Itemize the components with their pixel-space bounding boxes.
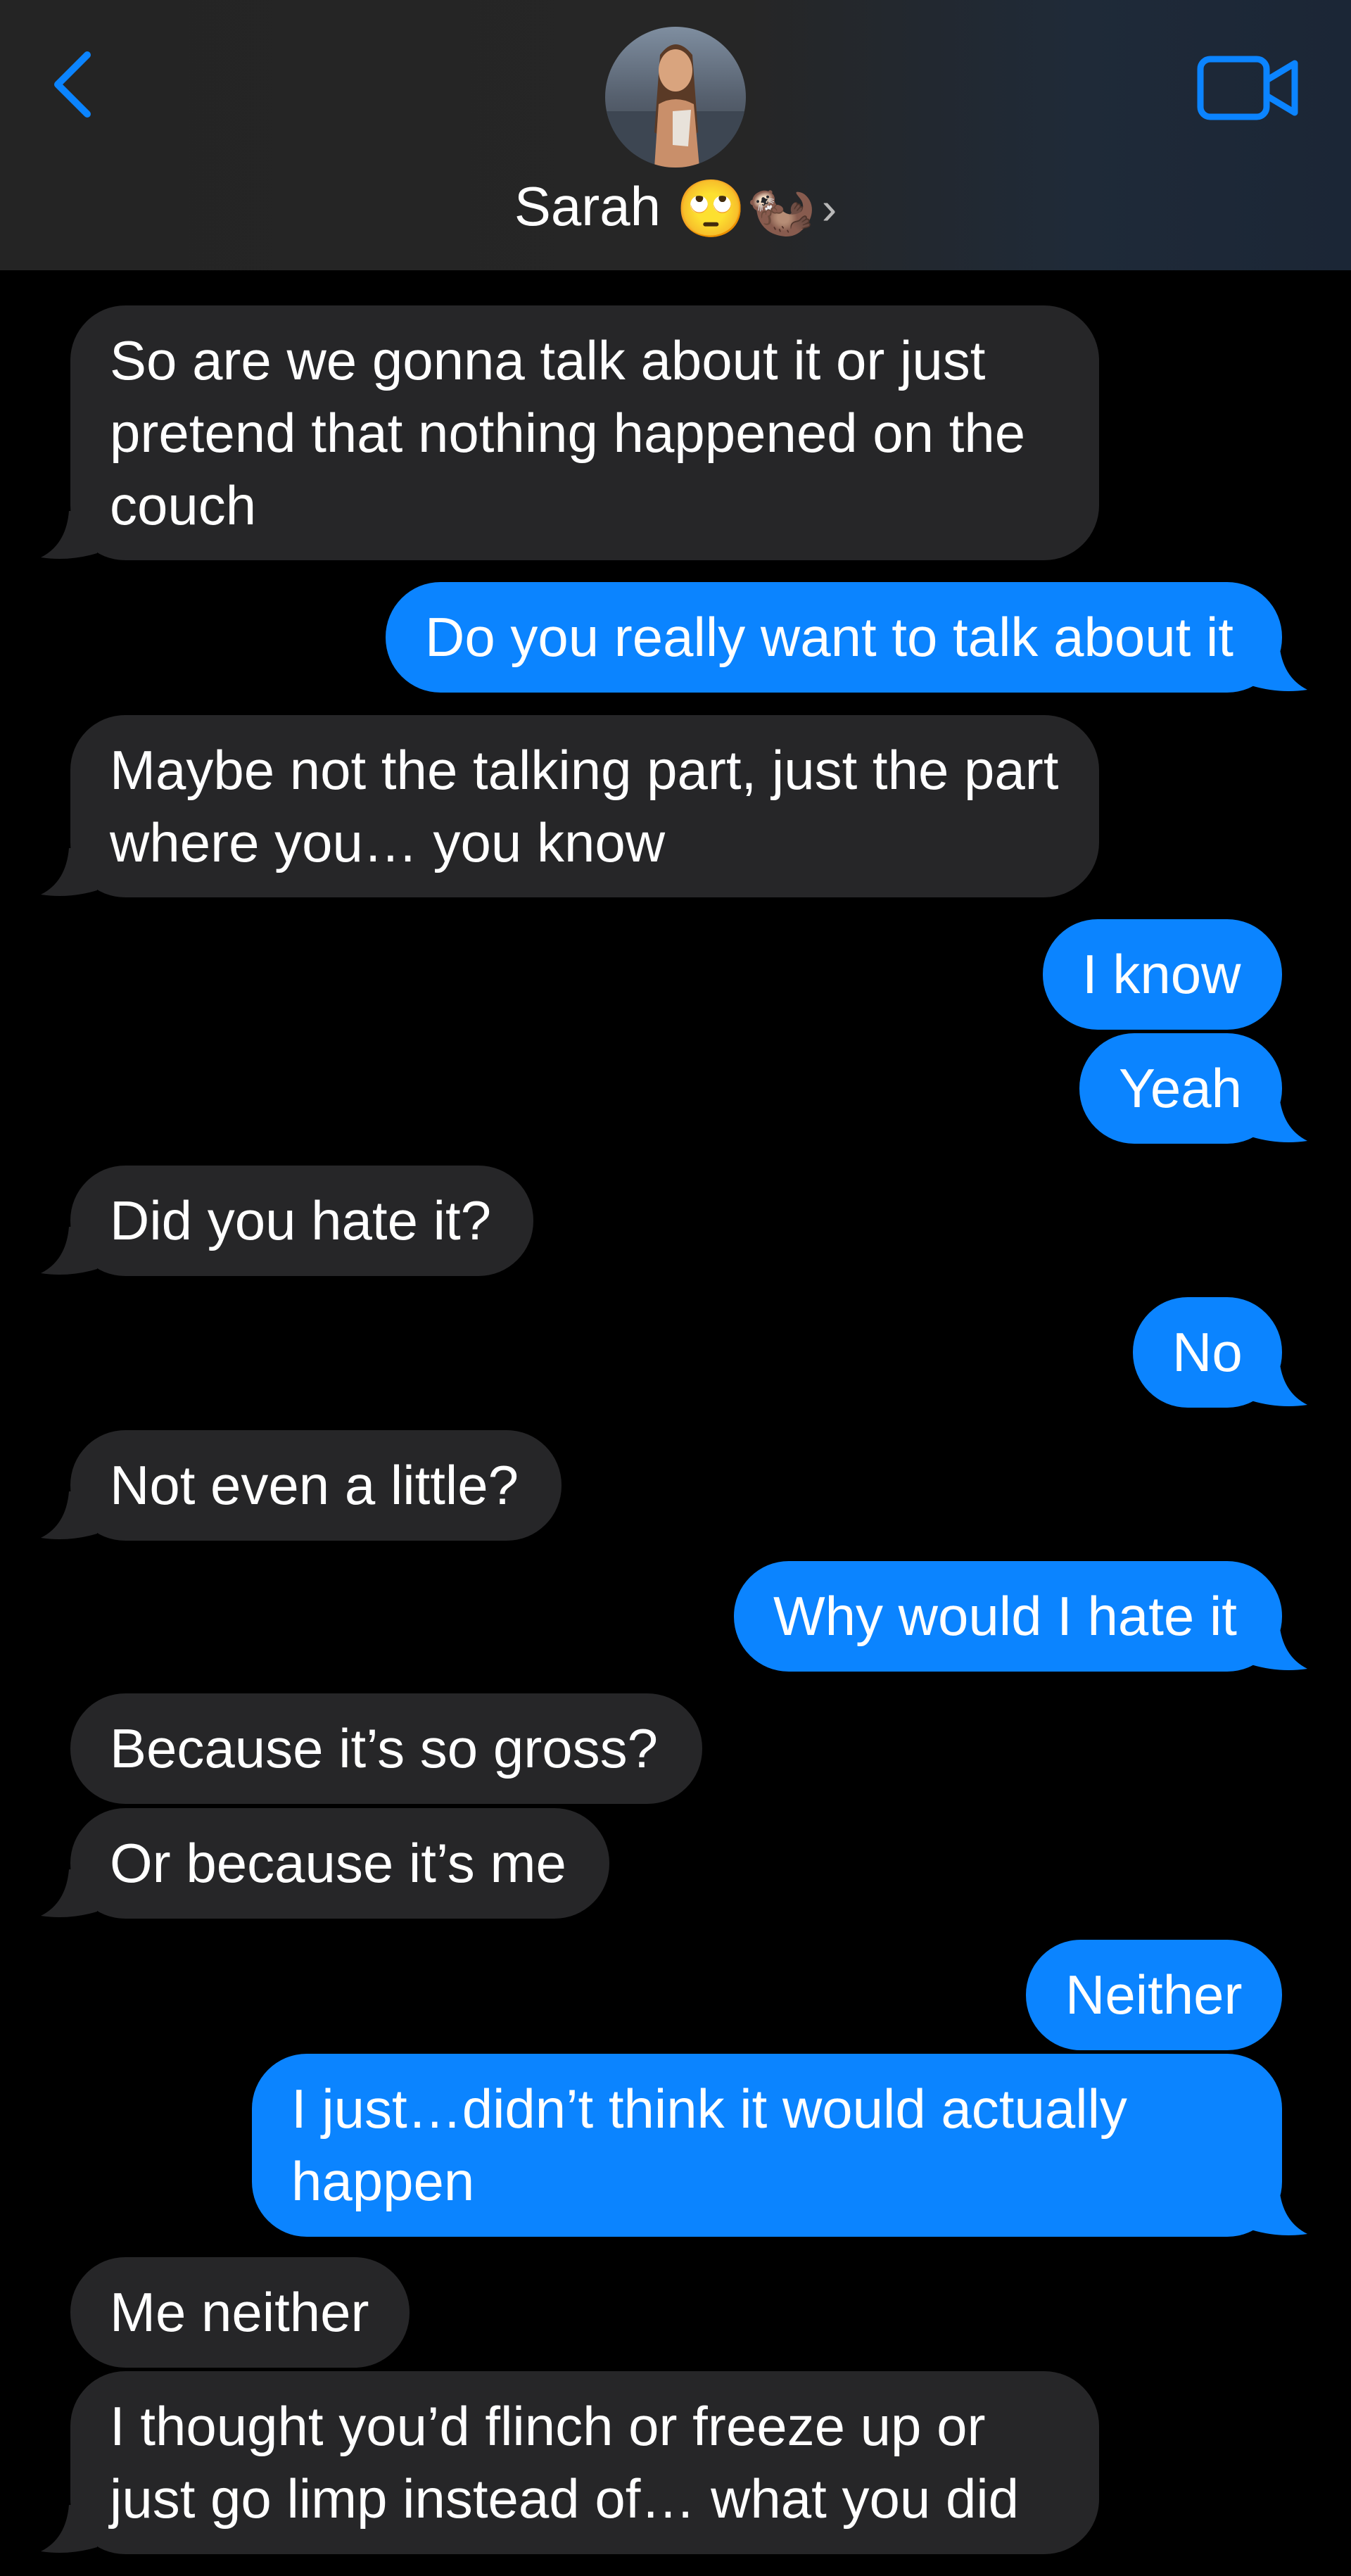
bubble-tail-icon [1251, 1358, 1307, 1406]
message-bubble-outgoing[interactable]: I just…didn’t think it would actually ha… [252, 2054, 1282, 2237]
contact-name: Sarah [514, 175, 661, 237]
message-bubble-outgoing[interactable]: Do you really want to talk about it [386, 582, 1282, 693]
message-text: Not even a little? [110, 1454, 519, 1516]
message-bubble-incoming[interactable]: Not even a little? [70, 1430, 562, 1541]
contact-emoji: 🙄🦦 [676, 177, 816, 240]
conversation-header: Sarah 🙄🦦 › [0, 0, 1351, 270]
bubble-tail-icon [41, 1491, 97, 1539]
message-bubble-incoming[interactable]: Maybe not the talking part, just the par… [70, 715, 1099, 897]
message-text: Maybe not the talking part, just the par… [110, 739, 1059, 873]
message-text: Do you really want to talk about it [425, 606, 1233, 668]
bubble-tail-icon [1251, 2187, 1307, 2235]
message-text: No [1172, 1321, 1243, 1383]
bubble-tail-icon [41, 1227, 97, 1275]
message-bubble-incoming[interactable]: Did you hate it? [70, 1166, 533, 1276]
message-bubble-incoming[interactable]: So are we gonna talk about it or just pr… [70, 305, 1099, 560]
avatar-photo-icon [605, 27, 746, 168]
bubble-tail-icon [41, 511, 97, 559]
bubble-tail-icon [41, 2505, 97, 2553]
message-text: Me neither [110, 2281, 369, 2343]
message-text: Or because it’s me [110, 1832, 566, 1894]
message-bubble-incoming[interactable]: Me neither [70, 2257, 410, 2368]
message-bubble-incoming[interactable]: Because it’s so gross? [70, 1693, 702, 1804]
bubble-tail-icon [1251, 643, 1307, 691]
message-bubble-outgoing[interactable]: I know [1043, 919, 1282, 1030]
message-thread[interactable]: So are we gonna talk about it or just pr… [0, 270, 1351, 2576]
message-text: Yeah [1119, 1057, 1243, 1119]
contact-name-button[interactable]: Sarah 🙄🦦 › [0, 168, 1351, 248]
message-bubble-incoming[interactable]: I thought you’d flinch or freeze up or j… [70, 2371, 1099, 2554]
message-text: I know [1082, 943, 1241, 1005]
message-bubble-outgoing[interactable]: Neither [1026, 1940, 1282, 2050]
back-chevron-icon[interactable] [42, 42, 106, 127]
message-text: I thought you’d flinch or freeze up or j… [110, 2395, 1020, 2530]
bubble-tail-icon [41, 1869, 97, 1917]
message-text: Neither [1065, 1964, 1243, 2026]
chevron-right-icon: › [821, 183, 837, 234]
bubble-tail-icon [1251, 1094, 1307, 1142]
message-text: I just…didn’t think it would actually ha… [291, 2078, 1127, 2212]
message-text: Why would I hate it [773, 1585, 1237, 1647]
contact-avatar[interactable] [605, 27, 746, 168]
video-call-icon[interactable] [1196, 49, 1302, 127]
bubble-tail-icon [1251, 1622, 1307, 1670]
message-text: Because it’s so gross? [110, 1717, 658, 1779]
message-text: So are we gonna talk about it or just pr… [110, 329, 1026, 536]
bubble-tail-icon [41, 848, 97, 896]
message-bubble-incoming[interactable]: Or because it’s me [70, 1808, 609, 1919]
message-bubble-outgoing[interactable]: Why would I hate it [734, 1561, 1282, 1672]
message-text: Did you hate it? [110, 1189, 492, 1251]
